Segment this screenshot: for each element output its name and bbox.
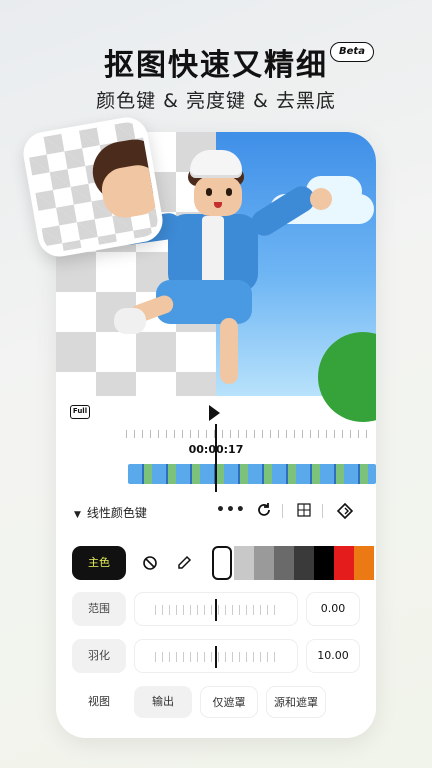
color-swatch[interactable] — [294, 546, 314, 580]
feather-slider-handle[interactable] — [215, 646, 217, 668]
color-swatch[interactable] — [314, 546, 334, 580]
color-swatch[interactable] — [274, 546, 294, 580]
tab-matte-only[interactable]: 仅遮罩 — [200, 686, 258, 718]
playhead[interactable] — [215, 424, 217, 492]
primary-color-button[interactable]: 主色 — [72, 546, 126, 580]
tab-output[interactable]: 输出 — [134, 686, 192, 718]
color-swatch[interactable] — [234, 546, 254, 580]
more-icon[interactable]: ••• — [216, 502, 246, 518]
cutout-thumbnail — [20, 114, 166, 260]
range-slider-handle[interactable] — [215, 599, 217, 621]
full-screen-button[interactable]: Full — [70, 405, 90, 419]
tab-source-and-matte[interactable]: 源和遮罩 — [266, 686, 326, 718]
keyframe-icon[interactable] — [336, 502, 354, 524]
beta-badge: Beta — [330, 42, 374, 62]
keyer-label: 线性颜色键 — [86, 506, 147, 520]
color-swatch[interactable] — [354, 546, 374, 580]
color-swatch[interactable] — [254, 546, 274, 580]
range-label: 范围 — [72, 592, 126, 626]
toolbar-divider — [322, 504, 323, 518]
feather-label: 羽化 — [72, 639, 126, 673]
color-swatch[interactable] — [212, 546, 232, 580]
chevron-down-icon: ▼ — [74, 510, 81, 520]
eyedropper-icon[interactable] — [170, 546, 198, 580]
color-swatch[interactable] — [334, 546, 354, 580]
subline: 颜色键 & 亮度键 & 去黑底 — [96, 90, 336, 112]
no-color-icon[interactable] — [136, 546, 164, 580]
keyer-selector[interactable]: ▼ 线性颜色键 — [74, 504, 147, 521]
timeline-ruler[interactable] — [126, 430, 368, 438]
compare-icon[interactable] — [296, 502, 312, 522]
range-slider[interactable] — [134, 592, 298, 626]
video-track-filmstrip[interactable] — [128, 464, 376, 484]
range-value[interactable]: 0.00 — [306, 592, 360, 626]
toolbar-divider — [282, 504, 283, 518]
reset-icon[interactable] — [256, 502, 272, 522]
tab-view: 视图 — [88, 695, 110, 708]
play-icon[interactable] — [209, 405, 220, 421]
feather-value[interactable]: 10.00 — [306, 639, 360, 673]
feather-slider[interactable] — [134, 639, 298, 673]
